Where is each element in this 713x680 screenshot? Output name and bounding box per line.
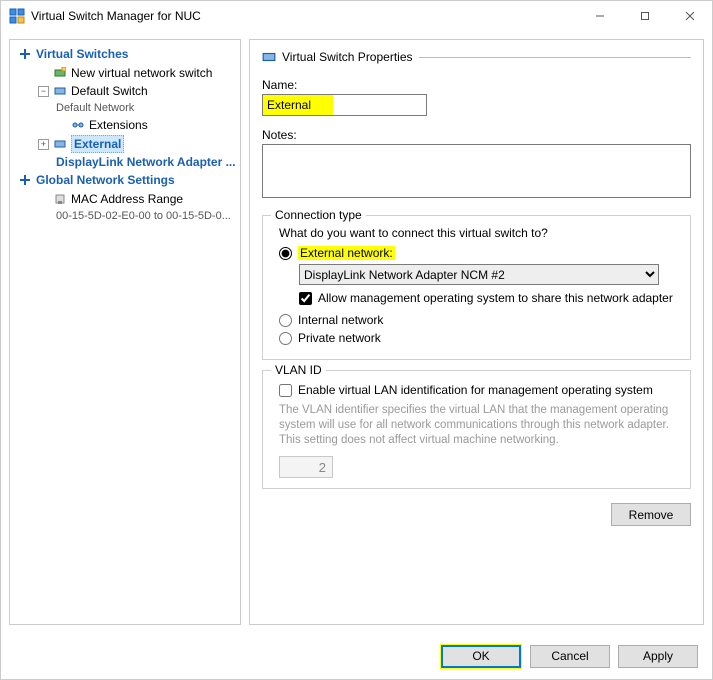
- vlan-group: VLAN ID Enable virtual LAN identificatio…: [262, 370, 691, 489]
- tree-item-new-switch[interactable]: New virtual network switch: [12, 64, 238, 82]
- extensions-icon: [71, 119, 85, 131]
- apply-button[interactable]: Apply: [618, 645, 698, 668]
- radio-external[interactable]: External network:: [279, 246, 680, 260]
- tree-item-label: External: [71, 135, 124, 153]
- tree-item-label: New virtual network switch: [71, 65, 212, 81]
- adapter-select[interactable]: DisplayLink Network Adapter NCM #2: [299, 264, 659, 285]
- section-virtual-switches-label: Virtual Switches: [36, 46, 128, 62]
- expand-icon[interactable]: +: [38, 139, 49, 150]
- ok-button[interactable]: OK: [441, 645, 521, 668]
- radio-private-input[interactable]: [279, 332, 292, 345]
- tree-item-label: Extensions: [89, 117, 148, 133]
- properties-panel: Virtual Switch Properties Name: Notes: C…: [249, 39, 704, 625]
- properties-header: Virtual Switch Properties: [282, 50, 413, 64]
- radio-private-label: Private network: [298, 331, 381, 345]
- tree-item-extensions[interactable]: Extensions: [12, 116, 238, 134]
- radio-external-label: External network:: [298, 246, 395, 260]
- vlan-id-input: [279, 456, 333, 478]
- notes-label: Notes:: [262, 128, 691, 142]
- titlebar: Virtual Switch Manager for NUC: [1, 1, 712, 31]
- new-switch-icon: [53, 67, 67, 79]
- vlan-help-text: The VLAN identifier specifies the virtua…: [279, 403, 680, 448]
- collapse-icon[interactable]: −: [38, 86, 49, 97]
- radio-internal[interactable]: Internal network: [279, 313, 680, 327]
- vlan-legend: VLAN ID: [271, 363, 326, 377]
- tree-item-label: MAC Address Range: [71, 191, 183, 207]
- switch-icon: [262, 50, 276, 64]
- minimize-button[interactable]: [577, 2, 622, 30]
- check-vlan-enable-label: Enable virtual LAN identification for ma…: [298, 383, 653, 397]
- notes-input[interactable]: [262, 144, 691, 198]
- section-virtual-switches[interactable]: Virtual Switches: [12, 44, 238, 64]
- check-vlan-enable-input[interactable]: [279, 384, 292, 397]
- check-vlan-enable[interactable]: Enable virtual LAN identification for ma…: [279, 383, 680, 397]
- check-allow-mgmt-label: Allow management operating system to sha…: [318, 291, 673, 305]
- switch-icon: [53, 138, 67, 150]
- tree-item-label: Default Switch: [71, 83, 148, 99]
- nic-icon: [53, 193, 67, 205]
- dialog-footer: OK Cancel Apply: [1, 633, 712, 679]
- radio-internal-label: Internal network: [298, 313, 383, 327]
- radio-internal-input[interactable]: [279, 314, 292, 327]
- tree-item-default-network[interactable]: Default Network: [12, 100, 238, 116]
- check-allow-mgmt[interactable]: Allow management operating system to sha…: [299, 291, 680, 305]
- connection-question: What do you want to connect this virtual…: [279, 226, 680, 240]
- close-button[interactable]: [667, 2, 712, 30]
- maximize-button[interactable]: [622, 2, 667, 30]
- section-global-settings[interactable]: Global Network Settings: [12, 170, 238, 190]
- radio-private[interactable]: Private network: [279, 331, 680, 345]
- connection-type-legend: Connection type: [271, 208, 366, 222]
- tree-item-mac-range[interactable]: MAC Address Range: [12, 190, 238, 208]
- tree-item-external[interactable]: + External: [12, 134, 238, 154]
- check-allow-mgmt-input[interactable]: [299, 292, 312, 305]
- cancel-button[interactable]: Cancel: [530, 645, 610, 668]
- global-icon: [18, 174, 32, 186]
- remove-button[interactable]: Remove: [611, 503, 691, 526]
- window-title: Virtual Switch Manager for NUC: [31, 9, 201, 23]
- tree-item-external-adapter[interactable]: DisplayLink Network Adapter ...: [12, 154, 238, 170]
- app-icon: [9, 8, 25, 24]
- name-input[interactable]: [262, 94, 427, 116]
- tree-panel: Virtual Switches New virtual network swi…: [9, 39, 241, 625]
- virtual-switch-manager-window: Virtual Switch Manager for NUC Virtual S…: [0, 0, 713, 680]
- switches-icon: [18, 48, 32, 60]
- switch-icon: [53, 85, 67, 97]
- tree-item-default-switch[interactable]: − Default Switch: [12, 82, 238, 100]
- tree-item-mac-range-value: 00-15-5D-02-E0-00 to 00-15-5D-0...: [12, 208, 238, 224]
- connection-type-group: Connection type What do you want to conn…: [262, 215, 691, 360]
- radio-external-input[interactable]: [279, 247, 292, 260]
- section-global-label: Global Network Settings: [36, 172, 175, 188]
- name-label: Name:: [262, 78, 691, 92]
